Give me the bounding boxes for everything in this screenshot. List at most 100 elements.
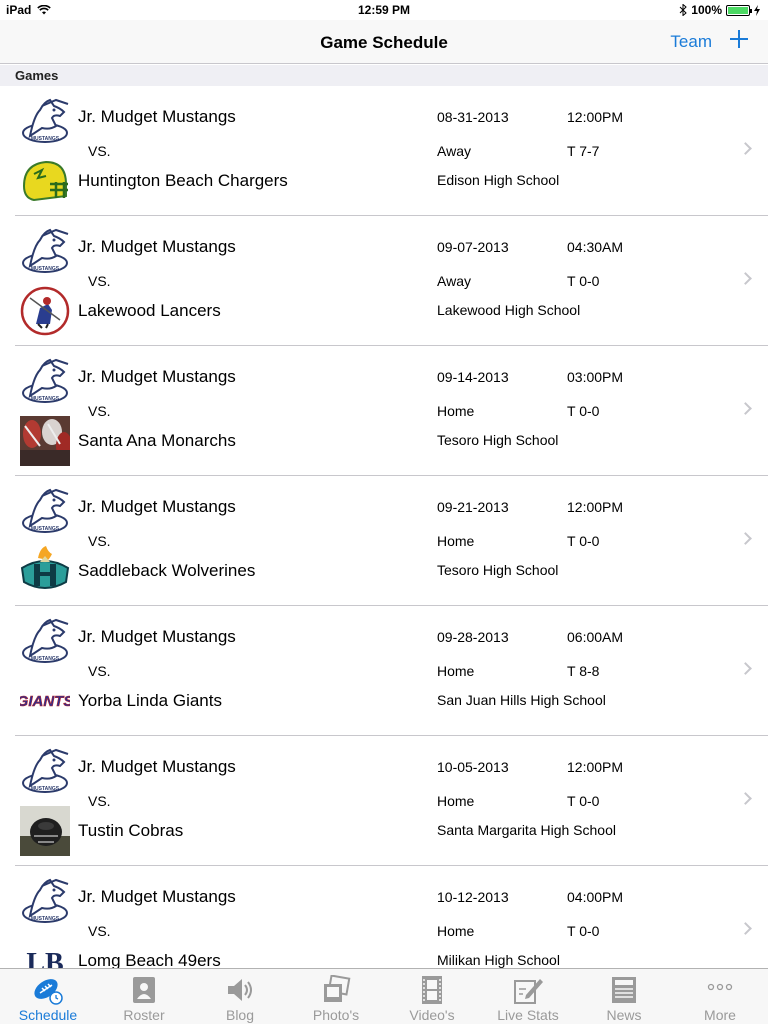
home-team-name: Jr. Mudget Mustangs [78,107,236,126]
game-location: Home [437,793,475,809]
team-button[interactable]: Team [670,32,712,52]
game-row[interactable]: MUSTANGS Jr. Mudget Mustangs VS. Santa A… [15,346,768,476]
game-date: 09-21-2013 [437,499,509,515]
lancers-knight-logo [20,286,70,336]
away-team-name: Saddleback Wolverines [78,561,256,580]
versus-label: VS. [88,533,111,549]
tab-label: Video's [409,1007,455,1023]
game-location: Away [437,273,471,289]
tab-photo-s[interactable]: Photo's [298,969,374,1024]
game-row[interactable]: MUSTANGS Jr. Mudget Mustangs VS. Saddleb… [15,476,768,606]
tab-label: Blog [225,1007,255,1023]
svg-text:MUSTANGS: MUSTANGS [31,786,60,792]
game-venue: Lakewood High School [437,302,581,318]
tab-more[interactable]: More [682,969,758,1024]
game-date: 09-07-2013 [437,239,509,255]
game-time: 06:00AM [567,629,624,645]
tab-label: News [606,1007,642,1023]
game-location: Home [437,403,475,419]
tab-video-s[interactable]: Video's [394,969,470,1024]
versus-label: VS. [88,273,111,289]
games-list[interactable]: MUSTANGS Jr. Mudget Mustangs VS. Hunting… [0,86,768,968]
home-team-name: Jr. Mudget Mustangs [78,497,236,516]
away-team-name: Yorba Linda Giants [78,691,222,710]
tab-roster[interactable]: Roster [106,969,182,1024]
tab-live-stats[interactable]: Live Stats [490,969,566,1024]
game-location: Home [437,533,475,549]
battery-percent: 100% [691,3,722,17]
chevron-right-icon[interactable] [739,792,752,805]
mustangs-logo: MUSTANGS [20,226,70,276]
tab-label: Roster [123,1007,165,1023]
add-game-button[interactable] [728,28,750,50]
photos-icon [320,974,352,1005]
mustangs-logo: MUSTANGS [20,96,70,146]
game-venue: Santa Margarita High School [437,822,616,838]
svg-text:MUSTANGS: MUSTANGS [31,656,60,662]
battery-icon [726,4,752,16]
game-score: T 0-0 [567,793,600,809]
game-score: T 0-0 [567,403,600,419]
svg-text:MUSTANGS: MUSTANGS [31,266,60,272]
game-time: 12:00PM [567,499,624,515]
giants-wordmark-logo: GIANTS [16,676,73,726]
svg-text:MUSTANGS: MUSTANGS [31,526,60,532]
svg-text:MUSTANGS: MUSTANGS [31,136,60,142]
pencil-note-icon [512,975,544,1005]
tab-label: Live Stats [497,1007,559,1023]
game-time: 03:00PM [567,369,624,385]
navigation-bar: Game Schedule Team [0,20,768,64]
mustangs-logo: MUSTANGS [20,746,70,796]
football-clock-icon [32,975,64,1005]
mustangs-logo: MUSTANGS [20,356,70,406]
game-venue: Tesoro High School [437,432,559,448]
home-team-name: Jr. Mudget Mustangs [78,627,236,646]
chevron-right-icon[interactable] [739,922,752,935]
versus-label: VS. [88,923,111,939]
game-time: 04:00PM [567,889,624,905]
game-row[interactable]: MUSTANGS Jr. Mudget Mustangs VS. Tustin … [15,736,768,866]
tab-schedule[interactable]: Schedule [10,969,86,1024]
svg-text:GIANTS: GIANTS [20,693,70,710]
game-time: 12:00PM [567,109,624,125]
tab-bar: Schedule Roster Blog Photo's Video's Liv… [0,968,768,1024]
status-time: 12:59 PM [357,3,411,17]
roster-book-icon [128,975,160,1005]
tab-news[interactable]: News [586,969,662,1024]
game-row[interactable]: MUSTANGS LB Jr. Mudget Mustangs VS. Lomg… [15,866,768,968]
chargers-helmet-logo [20,156,70,206]
chevron-right-icon[interactable] [739,272,752,285]
tab-blog[interactable]: Blog [202,969,278,1024]
svg-text:MUSTANGS: MUSTANGS [31,916,60,922]
game-venue: Milikan High School [437,952,560,968]
speaker-icon [224,975,256,1005]
game-row[interactable]: MUSTANGS Jr. Mudget Mustangs VS. Lakewoo… [15,216,768,346]
game-date: 09-28-2013 [437,629,509,645]
section-header-games: Games [0,65,768,86]
chevron-right-icon[interactable] [739,532,752,545]
newspaper-icon [608,975,640,1005]
home-team-name: Jr. Mudget Mustangs [78,757,236,776]
game-location: Away [437,143,471,159]
game-date: 09-14-2013 [437,369,509,385]
versus-label: VS. [88,663,111,679]
game-row[interactable]: MUSTANGS Jr. Mudget Mustangs VS. Hunting… [15,86,768,216]
game-venue: Edison High School [437,172,560,188]
mustangs-logo: MUSTANGS [20,486,70,536]
chevron-right-icon[interactable] [739,402,752,415]
away-team-name: Huntington Beach Chargers [78,171,288,190]
away-team-name: Santa Ana Monarchs [78,431,236,450]
game-date: 10-05-2013 [437,759,509,775]
chevron-right-icon[interactable] [739,662,752,675]
lb-logo: LB [20,936,70,968]
game-location: Home [437,663,475,679]
chevron-right-icon[interactable] [739,142,752,155]
home-team-name: Jr. Mudget Mustangs [78,367,236,386]
more-dots-icon [704,975,736,1005]
monarchs-photo [20,416,72,466]
svg-text:MUSTANGS: MUSTANGS [31,396,60,402]
game-row[interactable]: MUSTANGS GIANTS Jr. Mudget Mustangs VS. … [15,606,768,736]
bluetooth-icon [679,4,688,16]
game-time: 12:00PM [567,759,624,775]
game-score: T 7-7 [567,143,600,159]
